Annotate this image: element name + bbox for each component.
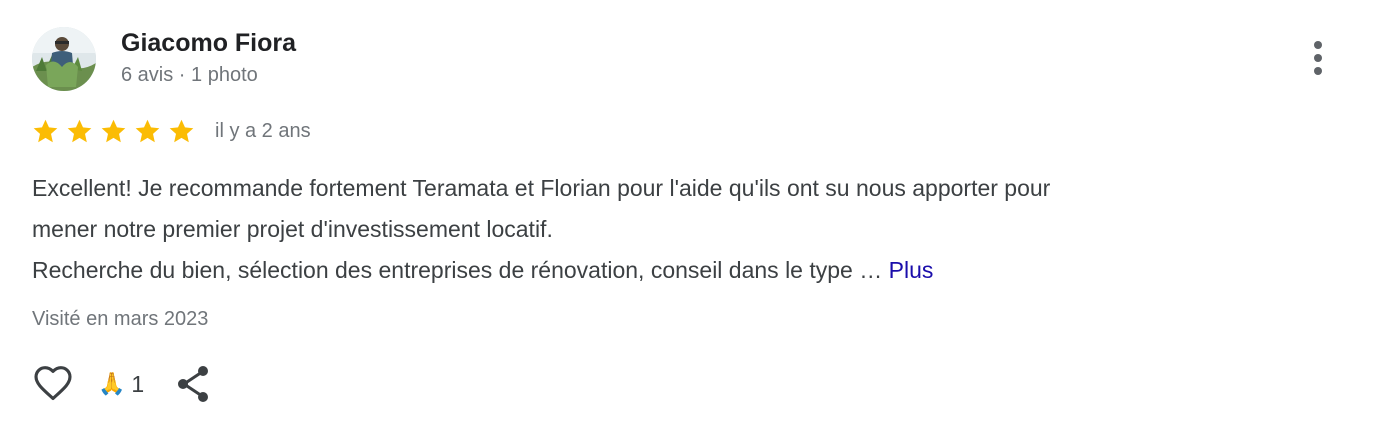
review-text-line: Excellent! Je recommande fortement Teram… (32, 175, 1051, 201)
read-more-link[interactable]: Plus (889, 257, 934, 283)
review-text: Excellent! Je recommande fortement Teram… (32, 168, 1332, 291)
rating-row: il y a 2 ans (32, 116, 311, 146)
review-text-line: mener notre premier projet d'investissem… (32, 216, 553, 242)
review-card: Giacomo Fiora 6 avis · 1 photo il y a 2 … (0, 0, 1378, 426)
review-text-truncated: Recherche du bien, sélection des entrepr… (32, 257, 883, 283)
star-rating (32, 118, 202, 145)
share-icon (178, 366, 209, 402)
star-icon (33, 119, 58, 142)
reviewer-avatar[interactable] (32, 27, 96, 91)
review-actions: 🙏 1 (32, 362, 212, 406)
star-icon (101, 119, 126, 142)
star-icon (169, 119, 194, 142)
pray-emoji-icon: 🙏 (98, 371, 126, 396)
star-icon (67, 119, 92, 142)
reaction-pray[interactable]: 🙏 1 (98, 371, 144, 397)
reaction-count: 1 (131, 371, 145, 397)
heart-outline-icon (34, 366, 72, 401)
share-button[interactable] (176, 364, 212, 404)
review-text-line-last: Recherche du bien, sélection des entrepr… (32, 250, 1332, 291)
more-options-button[interactable] (1298, 38, 1338, 82)
reviewer-name[interactable]: Giacomo Fiora (121, 28, 296, 58)
review-date: il y a 2 ans (215, 120, 311, 142)
visit-date: Visité en mars 2023 (32, 308, 209, 330)
more-vert-icon (1314, 41, 1322, 75)
avatar-photo (32, 27, 96, 91)
star-icon (135, 119, 160, 142)
reviewer-meta: 6 avis · 1 photo (121, 64, 258, 86)
like-button[interactable] (32, 363, 74, 405)
